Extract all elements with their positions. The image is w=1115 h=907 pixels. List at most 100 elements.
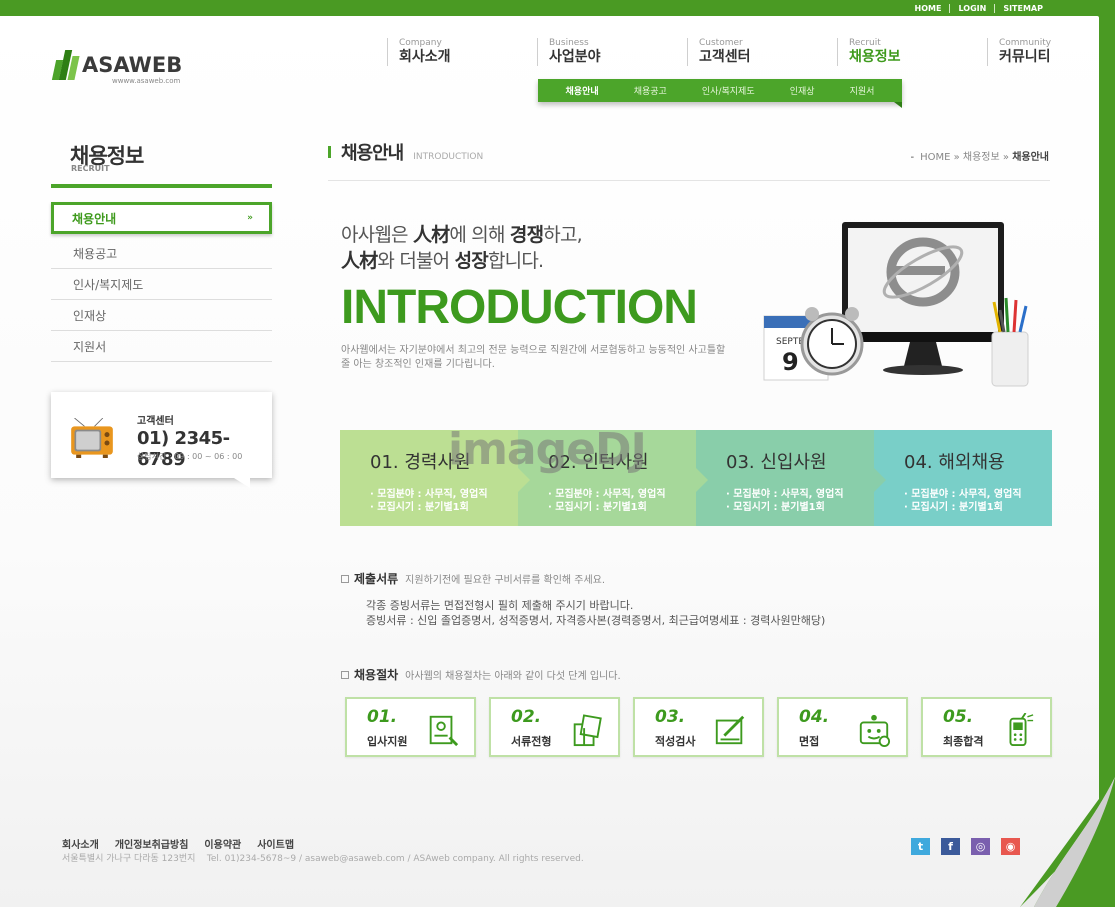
lnb-item[interactable]: 인재상 <box>51 300 272 331</box>
breadcrumb-mid[interactable]: 채용정보 <box>963 152 1000 163</box>
logo[interactable]: ASAWEB wwww.asaweb.com <box>51 50 182 85</box>
recruit-type-field: · 모집분야 : 사무직, 영업직 <box>904 489 1022 500</box>
svg-text:9: 9 <box>782 348 799 376</box>
title-divider <box>328 180 1050 181</box>
breadcrumb-home[interactable]: HOME <box>920 152 950 163</box>
gnb-company[interactable]: Company 회사소개 <box>387 38 537 66</box>
double-chevron-right-icon: » <box>247 213 253 223</box>
lnb-item[interactable]: 인사/복지제도 <box>51 269 272 300</box>
left-nav: 채용안내 » 채용공고 인사/복지제도 인재상 지원서 <box>51 202 272 362</box>
subnav-item[interactable]: 인재상 <box>790 84 815 97</box>
breadcrumb-dash: - <box>910 152 915 163</box>
slogan-strong: 성장 <box>454 250 489 272</box>
subnav-item[interactable]: 채용공고 <box>634 84 667 97</box>
process-step-label: 입사지원 <box>367 735 408 748</box>
footer-links: 회사소개 개인정보취급방침 이용약관 사이트맵 <box>62 836 294 851</box>
lnb-item[interactable]: 지원서 <box>51 331 272 362</box>
process-step[interactable]: 02. 서류전형 <box>489 697 620 757</box>
intro-big-title: INTRODUCTION <box>341 281 698 334</box>
recruit-type-field: · 모집분야 : 사무직, 영업직 <box>548 489 666 500</box>
docs-line: 증빙서류 : 신입 졸업증명서, 성적증명서, 자격증사본(경력증명서, 최근급… <box>366 614 826 627</box>
slogan-text: 합니다. <box>487 250 544 272</box>
slogan-strong: 人材 <box>412 224 450 246</box>
lnb-item[interactable]: 채용공고 <box>51 238 272 269</box>
intro-description: 아사웹에서는 자기분야에서 최고의 전문 능력으로 직원간에 서로협동하고 능동… <box>341 345 726 370</box>
subnav-item[interactable]: 인사/복지제도 <box>702 84 755 97</box>
section-bullet-icon <box>341 574 349 583</box>
footer-address: 서울특별시 가나구 다라동 123번지 Tel. 01)234-5678~9 /… <box>62 854 584 864</box>
docs-line: 각종 증빙서류는 면접전형시 필히 제출해 주시기 바랍니다. <box>366 599 634 612</box>
form-icon <box>429 715 459 747</box>
proc-section-header: 채용절차 아사웹의 채용절차는 아래와 같이 다섯 단계 입니다. <box>341 666 621 683</box>
recruit-type-period: · 모집시기 : 분기별1회 <box>370 502 469 513</box>
gnb-business[interactable]: Business 사업분야 <box>537 38 687 66</box>
subnav-item[interactable]: 채용안내 <box>566 84 599 97</box>
breadcrumb-current: 채용안내 <box>1012 152 1049 163</box>
footer-link[interactable]: 개인정보취급방침 <box>115 836 189 851</box>
chevron-right-icon <box>874 468 886 492</box>
speech-tail <box>234 478 250 488</box>
util-home-link[interactable]: HOME <box>907 3 951 13</box>
recruit-type-title: 03. 신입사원 <box>726 452 827 473</box>
lnb-subtitle: RECRUIT <box>71 164 110 173</box>
sns-links: t f ◎ ◉ <box>911 838 1020 855</box>
facebook-icon[interactable]: f <box>941 838 960 855</box>
page-title: 채용안내 INTRODUCTION <box>328 139 483 165</box>
process-steps: 01. 입사지원 02. 서류전형 03. 적성검사 04. 면접 05. 최종합격 <box>345 697 1052 757</box>
gnb-customer[interactable]: Customer 고객센터 <box>687 38 837 66</box>
process-step[interactable]: 05. 최종합격 <box>921 697 1052 757</box>
recruit-type-details: · 모집분야 : 사무직, 영업직 · 모집시기 : 분기별1회 <box>548 488 696 514</box>
recruit-type-details: · 모집분야 : 사무직, 영업직 · 모집시기 : 분기별1회 <box>370 488 518 514</box>
gnb-ko: 커뮤니티 <box>999 49 1051 65</box>
gnb-recruit[interactable]: Recruit 채용정보 <box>837 38 987 66</box>
proc-subtitle: 아사웹의 채용절차는 아래와 같이 다섯 단계 입니다. <box>405 671 621 682</box>
gnb-en: Recruit <box>849 38 881 48</box>
gnb-ko: 회사소개 <box>399 49 451 65</box>
util-sitemap-link[interactable]: SITEMAP <box>995 4 1051 13</box>
tv-icon <box>71 418 113 458</box>
cs-phone: 01) 2345-6789 <box>137 428 230 470</box>
subnav-tip <box>894 102 902 108</box>
watermark: imageDJ <box>448 424 647 475</box>
recruit-types: 01. 경력사원 · 모집분야 : 사무직, 영업직 · 모집시기 : 분기별1회 0… <box>340 430 1052 526</box>
footer-link[interactable]: 이용약관 <box>204 836 241 851</box>
util-login-link[interactable]: LOGIN <box>950 3 996 13</box>
gnb-ko: 사업분야 <box>549 49 601 65</box>
recruit-type-field: · 모집분야 : 사무직, 영업직 <box>726 489 844 500</box>
cyworld-icon[interactable]: ◉ <box>1001 838 1020 855</box>
logo-mark-icon <box>51 50 80 80</box>
recruit-type-card[interactable]: 03. 신입사원 · 모집분야 : 사무직, 영업직 · 모집시기 : 분기별1회 <box>696 430 886 526</box>
gnb-ko: 고객센터 <box>699 49 751 65</box>
documents-icon <box>573 714 602 747</box>
gnb-en: Community <box>999 38 1052 48</box>
recruit-type-card[interactable]: 04. 해외채용 · 모집분야 : 사무직, 영업직 · 모집시기 : 분기별1회 <box>874 430 1052 526</box>
slogan-text: 와 더불어 <box>377 250 455 272</box>
process-step[interactable]: 03. 적성검사 <box>633 697 764 757</box>
footer-link[interactable]: 사이트맵 <box>257 836 294 851</box>
process-step-number: 05. <box>943 707 974 727</box>
interview-icon <box>859 714 891 747</box>
subnav-item[interactable]: 지원서 <box>850 84 875 97</box>
docs-subtitle: 지원하기전에 필요한 구비서류를 확인해 주세요. <box>405 575 606 586</box>
me2day-icon[interactable]: ◎ <box>971 838 990 855</box>
proc-title: 채용절차 <box>354 668 399 682</box>
lnb-item-active[interactable]: 채용안내 » <box>51 202 272 234</box>
recruit-type-period: · 모집시기 : 분기별1회 <box>548 502 647 513</box>
footer-link[interactable]: 회사소개 <box>62 836 99 851</box>
customer-center-box: 고객센터 01) 2345-6789 상담시간 : 09 : 00 ~ 06 :… <box>51 392 272 488</box>
process-step[interactable]: 04. 면접 <box>777 697 908 757</box>
gnb-community[interactable]: Community 커뮤니티 <box>987 38 1051 66</box>
page-title-ko: 채용안내 <box>341 143 404 164</box>
docs-section-header: 제출서류 지원하기전에 필요한 구비서류를 확인해 주세요. <box>341 570 605 587</box>
gnb-en: Company <box>399 38 442 48</box>
process-step[interactable]: 01. 입사지원 <box>345 697 476 757</box>
lnb-divider <box>51 184 272 188</box>
process-step-label: 서류전형 <box>511 735 552 748</box>
slogan-strong: 人材 <box>341 250 378 272</box>
phone-icon <box>1009 713 1034 747</box>
docs-body: 각종 증빙서류는 면접전형시 필히 제출해 주시기 바랍니다. 증빙서류 : 신… <box>366 598 825 628</box>
slogan-text: 아사웹은 <box>341 224 413 246</box>
twitter-icon[interactable]: t <box>911 838 930 855</box>
lnb-item-label: 채용안내 <box>72 211 117 226</box>
sub-nav: 채용안내 채용공고 인사/복지제도 인재상 지원서 <box>538 79 902 108</box>
